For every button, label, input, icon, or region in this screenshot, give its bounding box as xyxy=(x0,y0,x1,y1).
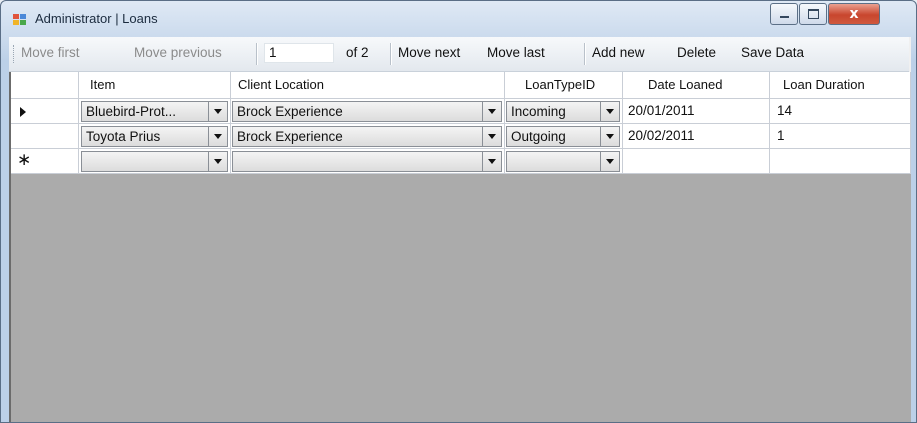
minimize-button[interactable] xyxy=(770,3,798,25)
dropdown-arrow-icon[interactable] xyxy=(208,102,227,121)
item-combo[interactable] xyxy=(81,151,228,172)
client-location-value: Brock Experience xyxy=(237,104,343,119)
client-location-combo[interactable]: Brock Experience xyxy=(232,101,502,122)
title-bar[interactable]: Administrator | Loans x xyxy=(1,1,916,37)
date-loaned-cell[interactable]: 20/02/2011 xyxy=(623,124,770,149)
item-combo[interactable]: Bluebird-Prot... xyxy=(81,101,228,122)
dropdown-arrow-icon[interactable] xyxy=(482,152,501,171)
loan-type-combo[interactable]: Incoming xyxy=(506,101,620,122)
current-row-indicator-icon xyxy=(20,107,26,117)
dropdown-arrow-icon[interactable] xyxy=(482,127,501,146)
row-header[interactable] xyxy=(11,124,79,149)
client-location-combo[interactable] xyxy=(232,151,502,172)
add-new-button[interactable]: Add new xyxy=(592,45,645,60)
move-first-button[interactable]: Move first xyxy=(21,45,80,60)
row-header[interactable]: ∗ xyxy=(11,149,79,174)
dropdown-arrow-icon[interactable] xyxy=(208,152,227,171)
loan-duration-cell[interactable]: 14 xyxy=(770,99,911,124)
date-loaned-cell[interactable] xyxy=(623,149,770,174)
loan-type-value: Incoming xyxy=(511,104,566,119)
client-area: Move first Move previous 1 of 2 Move nex… xyxy=(9,37,911,422)
table-cell[interactable]: Brock Experience xyxy=(231,124,505,149)
table-cell[interactable] xyxy=(231,149,505,174)
separator xyxy=(390,43,392,65)
client-location-value: Brock Experience xyxy=(237,129,343,144)
item-value: Bluebird-Prot... xyxy=(86,104,177,119)
move-last-button[interactable]: Move last xyxy=(487,45,545,60)
dropdown-arrow-icon[interactable] xyxy=(600,102,619,121)
table-cell[interactable]: Brock Experience xyxy=(231,99,505,124)
item-combo[interactable]: Toyota Prius xyxy=(81,126,228,147)
delete-button[interactable]: Delete xyxy=(677,45,716,60)
separator xyxy=(584,43,586,65)
table-cell[interactable] xyxy=(505,149,623,174)
maximize-button[interactable] xyxy=(799,3,827,25)
separator xyxy=(256,43,258,65)
app-icon xyxy=(13,14,27,26)
position-input[interactable]: 1 xyxy=(264,43,334,63)
loan-type-combo[interactable]: Outgoing xyxy=(506,126,620,147)
column-header-client-location[interactable]: Client Location xyxy=(231,72,505,99)
move-previous-button[interactable]: Move previous xyxy=(134,45,222,60)
dropdown-arrow-icon[interactable] xyxy=(482,102,501,121)
move-next-button[interactable]: Move next xyxy=(398,45,460,60)
loan-duration-cell[interactable]: 1 xyxy=(770,124,911,149)
new-row-star-icon: ∗ xyxy=(17,150,32,170)
save-data-button[interactable]: Save Data xyxy=(741,45,804,60)
column-header-loan-type-id[interactable]: LoanTypeID xyxy=(505,72,623,99)
maximize-icon xyxy=(807,9,819,19)
column-header-loan-duration[interactable]: Loan Duration xyxy=(770,72,911,99)
client-location-combo[interactable]: Brock Experience xyxy=(232,126,502,147)
table-cell[interactable]: Incoming xyxy=(505,99,623,124)
date-loaned-cell[interactable]: 20/01/2011 xyxy=(623,99,770,124)
record-count: of 2 xyxy=(346,45,369,60)
dropdown-arrow-icon[interactable] xyxy=(600,152,619,171)
table-cell[interactable]: Bluebird-Prot... xyxy=(79,99,231,124)
table-cell[interactable] xyxy=(79,149,231,174)
loan-type-value: Outgoing xyxy=(511,129,566,144)
table-cell[interactable]: Toyota Prius xyxy=(79,124,231,149)
close-button[interactable]: x xyxy=(828,3,880,25)
item-value: Toyota Prius xyxy=(86,129,161,144)
window-title: Administrator | Loans xyxy=(35,11,158,26)
loan-type-combo[interactable] xyxy=(506,151,620,172)
loans-window: Administrator | Loans x Move first Move … xyxy=(0,0,917,423)
dropdown-arrow-icon[interactable] xyxy=(600,127,619,146)
loan-duration-cell[interactable] xyxy=(770,149,911,174)
row-header-corner[interactable] xyxy=(11,72,79,99)
loans-grid[interactable]: Item Client Location LoanTypeID Date Loa… xyxy=(9,72,911,422)
minimize-icon xyxy=(779,16,789,18)
dropdown-arrow-icon[interactable] xyxy=(208,127,227,146)
column-header-item[interactable]: Item xyxy=(79,72,231,99)
toolstrip-grip[interactable] xyxy=(13,45,16,63)
table-cell[interactable]: Outgoing xyxy=(505,124,623,149)
binding-navigator: Move first Move previous 1 of 2 Move nex… xyxy=(9,37,909,72)
close-icon: x xyxy=(849,6,859,22)
column-header-date-loaned[interactable]: Date Loaned xyxy=(623,72,770,99)
row-header[interactable] xyxy=(11,99,79,124)
